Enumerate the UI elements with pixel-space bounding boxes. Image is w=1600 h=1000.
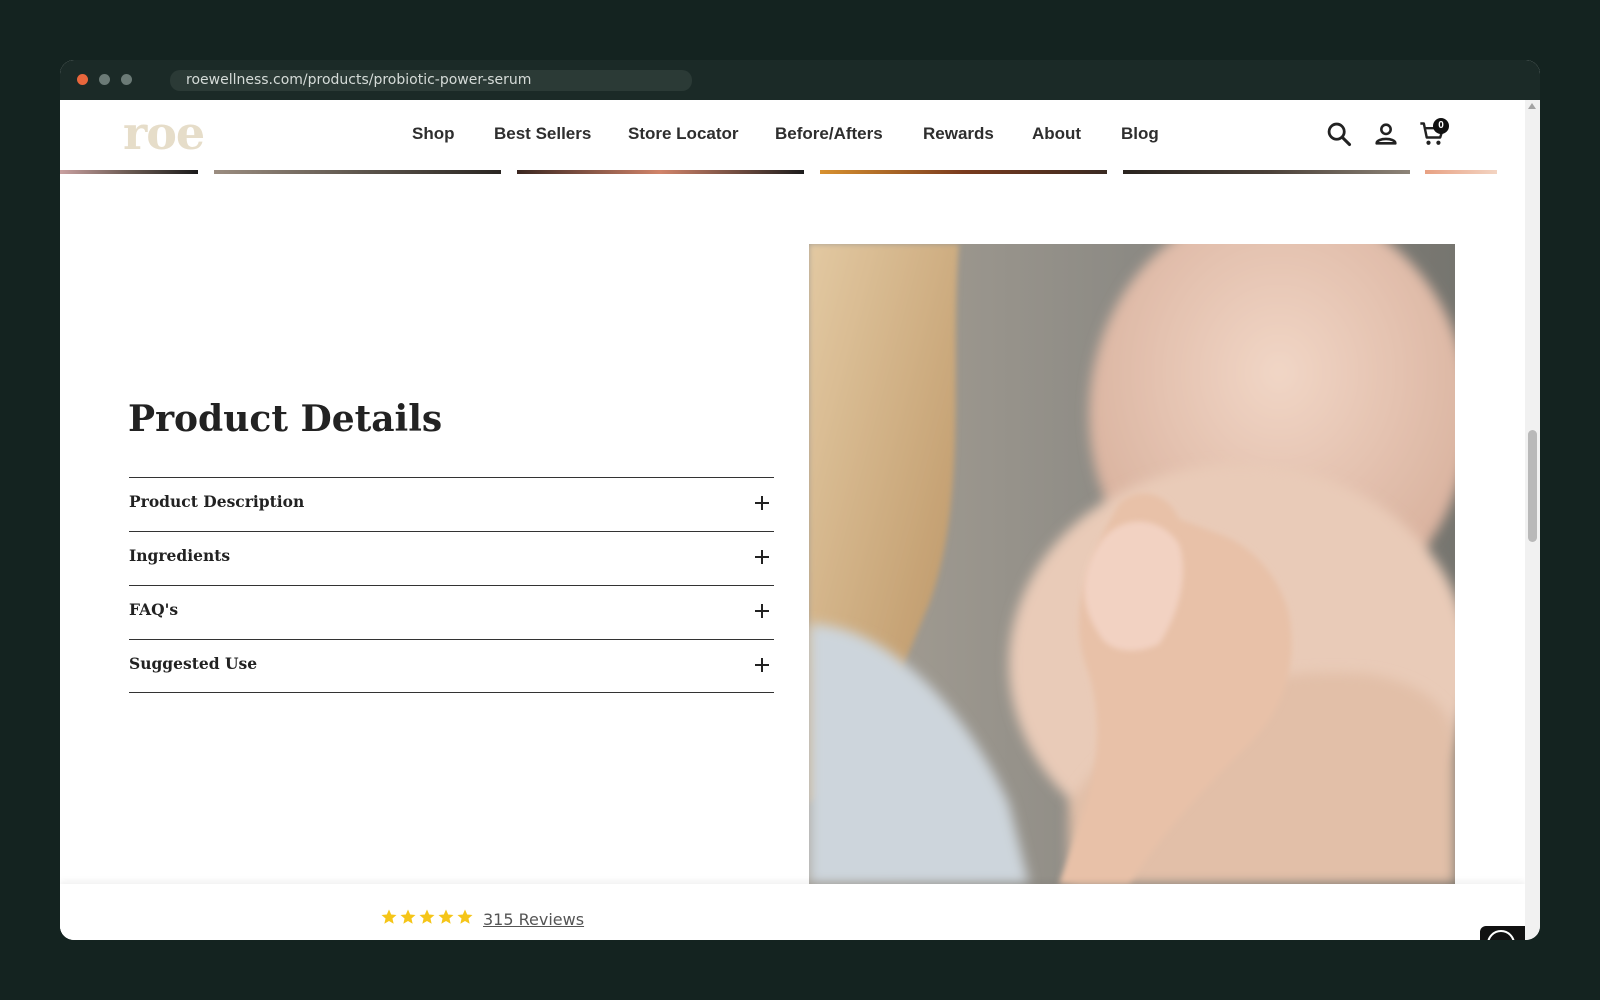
maximize-window-button[interactable] — [121, 74, 132, 85]
page-scrollbar[interactable] — [1525, 100, 1540, 940]
star-icon — [400, 909, 416, 924]
plus-icon[interactable] — [755, 658, 769, 672]
product-details-heading: Product Details — [128, 398, 443, 440]
accordion-label: Ingredients — [129, 546, 231, 565]
nav-item-before-afters[interactable]: Before/Afters — [775, 124, 883, 144]
accordion-label: Suggested Use — [129, 654, 258, 673]
accordion-label: Product Description — [129, 492, 305, 511]
minimize-window-button[interactable] — [99, 74, 110, 85]
scrollbar-thumb[interactable] — [1528, 430, 1537, 542]
accordion-suggested-use[interactable]: Suggested Use — [129, 639, 774, 693]
product-details-accordion: Product Description Ingredients FAQ's Su… — [129, 477, 774, 693]
accordion-ingredients[interactable]: Ingredients — [129, 531, 774, 585]
nav-item-about[interactable]: About — [1032, 124, 1081, 144]
star-icon — [457, 909, 473, 924]
plus-icon[interactable] — [755, 604, 769, 618]
accordion-label: FAQ's — [129, 600, 179, 619]
nav-item-rewards[interactable]: Rewards — [923, 124, 994, 144]
web-page: roe Shop Best Sellers Store Locator Befo… — [60, 100, 1525, 940]
nav-item-store-locator[interactable]: Store Locator — [628, 124, 739, 144]
site-logo[interactable]: roe — [123, 108, 205, 158]
nav-item-shop[interactable]: Shop — [412, 124, 455, 144]
product-lifestyle-image — [809, 244, 1455, 884]
nav-item-best-sellers[interactable]: Best Sellers — [494, 124, 591, 144]
star-icon — [381, 909, 397, 924]
reviews-count-link[interactable]: 315 Reviews — [483, 910, 584, 929]
chat-icon — [1487, 930, 1515, 940]
sticky-review-bar: 315 Reviews — [60, 884, 1525, 940]
address-bar[interactable]: roewellness.com/products/probiotic-power… — [170, 70, 692, 91]
search-icon[interactable] — [1325, 120, 1353, 148]
star-icon — [419, 909, 435, 924]
chat-widget-button[interactable] — [1480, 926, 1525, 940]
plus-icon[interactable] — [755, 550, 769, 564]
close-window-button[interactable] — [77, 74, 88, 85]
browser-window: roewellness.com/products/probiotic-power… — [60, 60, 1540, 940]
plus-icon[interactable] — [755, 496, 769, 510]
accordion-product-description[interactable]: Product Description — [129, 477, 774, 531]
cart-count-badge: 0 — [1433, 118, 1449, 134]
scroll-up-arrow-icon[interactable] — [1528, 103, 1536, 109]
nav-item-blog[interactable]: Blog — [1121, 124, 1159, 144]
accordion-faqs[interactable]: FAQ's — [129, 585, 774, 639]
image-carousel-strip — [60, 170, 1525, 174]
account-icon[interactable] — [1372, 120, 1400, 148]
star-icon — [438, 909, 454, 924]
site-header: roe Shop Best Sellers Store Locator Befo… — [60, 100, 1525, 170]
title-bar: roewellness.com/products/probiotic-power… — [60, 60, 1540, 100]
